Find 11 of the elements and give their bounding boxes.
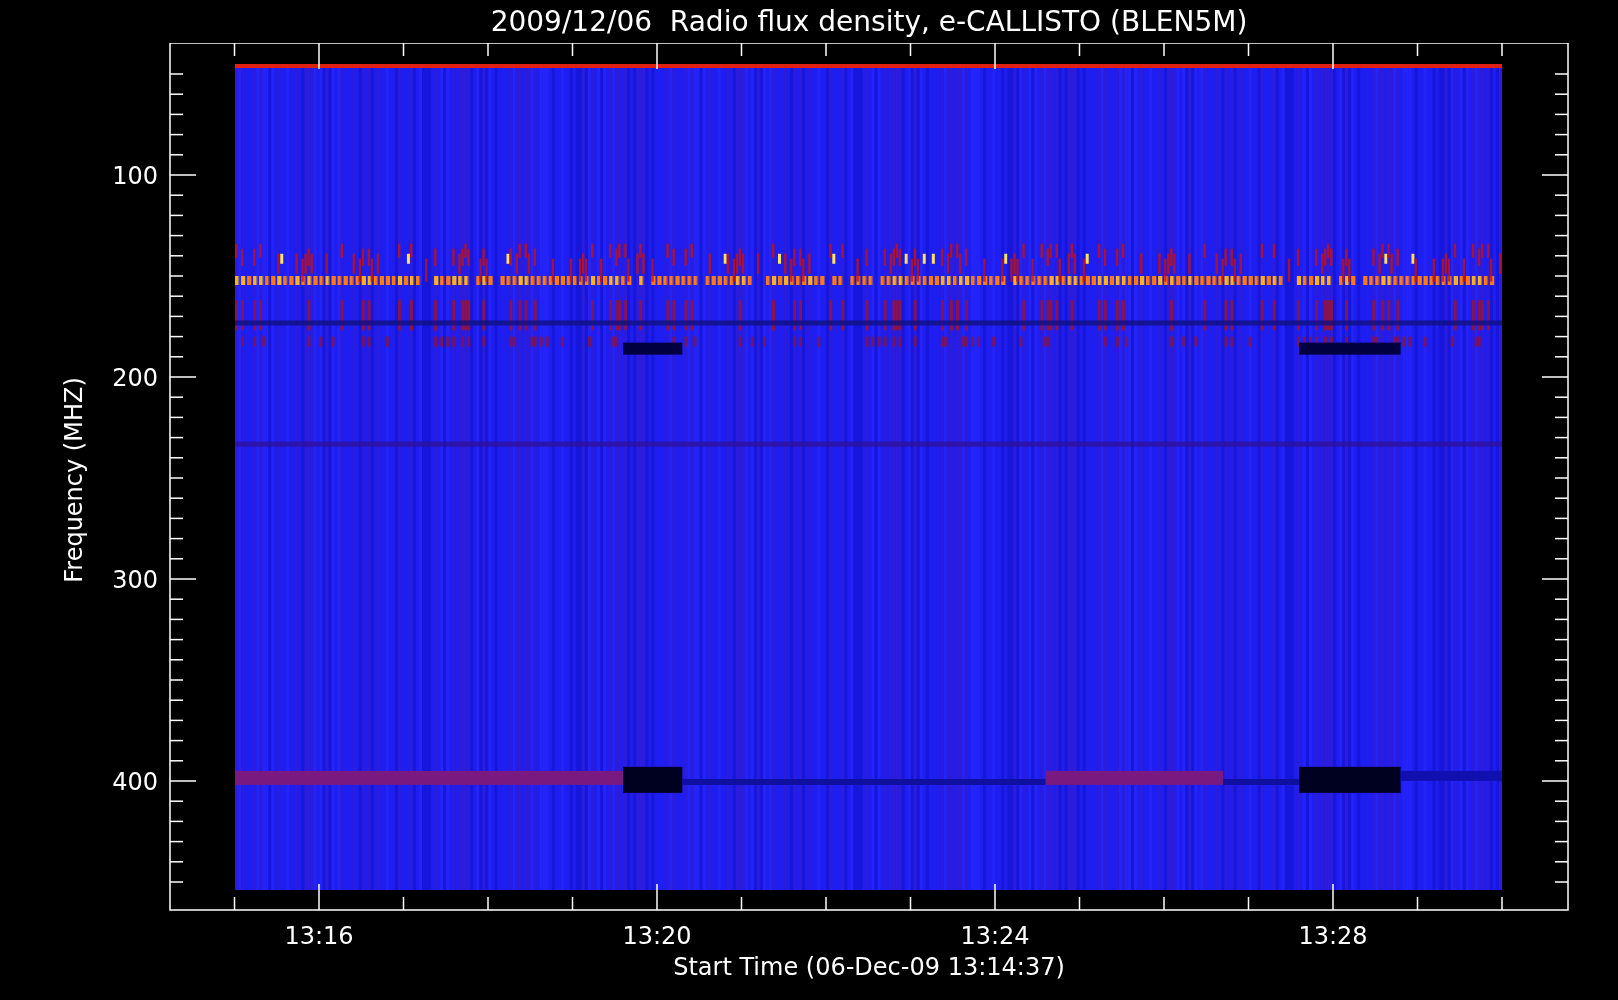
x-tick-label: 13:28	[1298, 922, 1368, 950]
y-axis-label: Frequency (MHZ)	[60, 377, 88, 583]
y-tick-label: 400	[112, 768, 158, 796]
x-tick-label: 13:20	[622, 922, 692, 950]
y-tick-label: 100	[112, 162, 158, 190]
x-tick-label: 13:24	[960, 922, 1030, 950]
x-tick-label: 13:16	[284, 922, 354, 950]
x-axis-label: Start Time (06-Dec-09 13:14:37)	[673, 953, 1065, 981]
chart-title: 2009/12/06 Radio flux density, e-CALLISTO (BLEN5M)	[490, 7, 1248, 36]
y-tick-label: 300	[112, 566, 158, 594]
y-tick-label: 200	[112, 364, 158, 392]
